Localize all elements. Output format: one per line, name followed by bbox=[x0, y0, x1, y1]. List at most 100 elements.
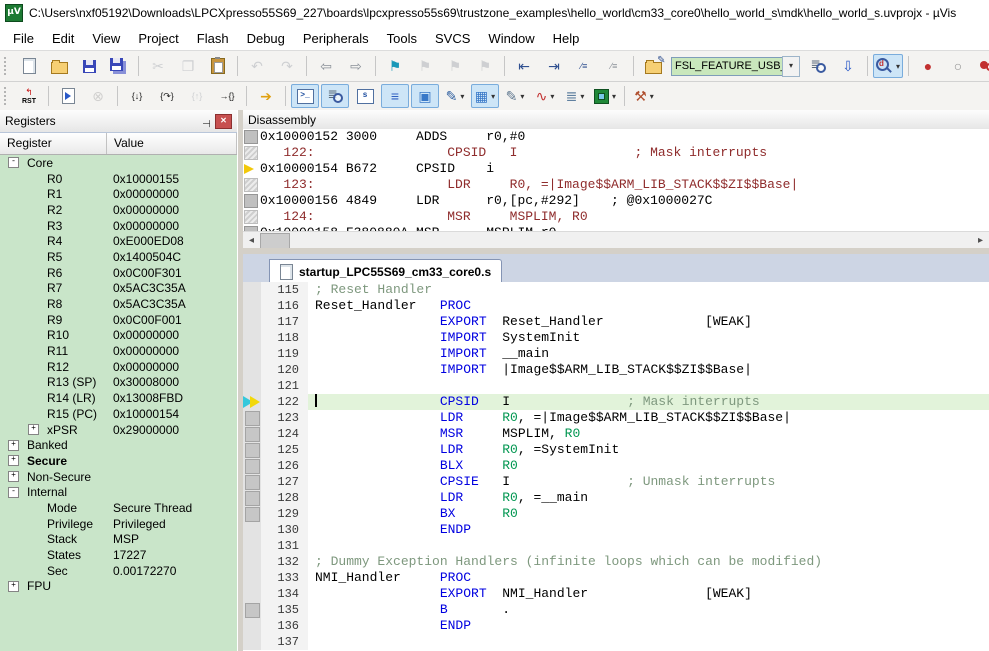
source-line[interactable]: 127 CPSIE I ; Unmask interrupts bbox=[243, 474, 989, 490]
breakpoint-margin[interactable] bbox=[243, 554, 261, 570]
source-line[interactable]: 133NMI_Handler PROC bbox=[243, 570, 989, 586]
source-code-text[interactable] bbox=[308, 634, 989, 650]
scroll-thumb[interactable] bbox=[260, 233, 290, 249]
tree-expander-icon[interactable]: + bbox=[8, 440, 19, 451]
tree-expander-icon[interactable]: + bbox=[28, 424, 39, 435]
open-file-button[interactable] bbox=[45, 54, 73, 78]
uncomment-selection-button[interactable]: ∕≡ bbox=[600, 54, 628, 78]
system-viewer-button[interactable]: ▾ bbox=[591, 84, 619, 108]
breakpoint-margin[interactable] bbox=[243, 346, 261, 362]
disassembly-view[interactable]: 0x10000152 3000 ADDS r0,#0 122: CPSID I … bbox=[243, 129, 989, 231]
register-row[interactable]: States17227 bbox=[0, 547, 237, 563]
disassembly-line[interactable]: 124: MSR MSPLIM, R0 bbox=[243, 209, 989, 225]
breakpoint-margin[interactable] bbox=[243, 506, 261, 522]
source-line[interactable]: 120 IMPORT |Image$$ARM_LIB_STACK$$ZI$$Ba… bbox=[243, 362, 989, 378]
breakpoint-margin[interactable] bbox=[243, 282, 261, 298]
save-file-button[interactable] bbox=[75, 54, 103, 78]
menu-help[interactable]: Help bbox=[544, 28, 589, 49]
step-into-button[interactable]: {↓} bbox=[123, 84, 151, 108]
register-row[interactable]: ModeSecure Thread bbox=[0, 500, 237, 516]
register-row[interactable]: R90x0C00F001 bbox=[0, 312, 237, 328]
source-line[interactable]: 126 BLX R0 bbox=[243, 458, 989, 474]
search-files-button[interactable] bbox=[804, 54, 832, 78]
menu-edit[interactable]: Edit bbox=[43, 28, 83, 49]
disassembly-line[interactable]: 123: LDR R0, =|Image$$ARM_LIB_STACK$$ZI$… bbox=[243, 177, 989, 193]
toolbox-dropdown-icon[interactable]: ▾ bbox=[650, 92, 654, 101]
source-code-text[interactable]: LDR R0, =__main bbox=[308, 490, 989, 506]
source-line[interactable]: 134 EXPORT NMI_Handler [WEAK] bbox=[243, 586, 989, 602]
disable-all-breakpoints-button[interactable] bbox=[974, 54, 989, 78]
tree-expander-icon[interactable]: + bbox=[8, 581, 19, 592]
tree-expander-icon[interactable]: - bbox=[8, 487, 19, 498]
register-row[interactable]: -Internal bbox=[0, 484, 237, 500]
disassembly-gutter[interactable] bbox=[243, 193, 260, 209]
indent-left-button[interactable]: ⇤ bbox=[510, 54, 538, 78]
source-line[interactable]: 123 LDR R0, =|Image$$ARM_LIB_STACK$$ZI$$… bbox=[243, 410, 989, 426]
logic-analyzer-button[interactable]: ∿▾ bbox=[531, 84, 559, 108]
serial-viewer-dropdown-icon[interactable]: ▾ bbox=[520, 92, 524, 101]
breakpoint-margin[interactable] bbox=[243, 522, 261, 538]
debug-session-dropdown-icon[interactable]: ▾ bbox=[896, 62, 900, 71]
source-line[interactable]: 131 bbox=[243, 538, 989, 554]
register-row[interactable]: +xPSR0x29000000 bbox=[0, 422, 237, 438]
source-line[interactable]: 130 ENDP bbox=[243, 522, 989, 538]
menu-debug[interactable]: Debug bbox=[238, 28, 294, 49]
source-line[interactable]: 115; Reset Handler bbox=[243, 282, 989, 298]
source-code-text[interactable]: Reset_Handler PROC bbox=[308, 298, 989, 314]
tree-expander-icon[interactable]: + bbox=[8, 471, 19, 482]
source-code-text[interactable]: ENDP bbox=[308, 522, 989, 538]
breakpoint-margin[interactable] bbox=[243, 298, 261, 314]
close-icon[interactable] bbox=[215, 114, 232, 129]
pin-icon[interactable] bbox=[198, 115, 212, 128]
source-code-text[interactable]: IMPORT __main bbox=[308, 346, 989, 362]
register-row[interactable]: Sec0.00172270 bbox=[0, 563, 237, 579]
disassembly-gutter[interactable] bbox=[243, 209, 260, 225]
tree-expander-icon[interactable]: - bbox=[8, 157, 19, 168]
breakpoint-margin[interactable] bbox=[243, 314, 261, 330]
breakpoint-margin[interactable] bbox=[243, 570, 261, 586]
find-in-files-button[interactable] bbox=[639, 54, 667, 78]
watch-window-button[interactable]: ✎▾ bbox=[441, 84, 469, 108]
register-row[interactable]: R60x0C00F301 bbox=[0, 265, 237, 281]
menu-view[interactable]: View bbox=[83, 28, 129, 49]
disassembly-line[interactable]: 0x10000154 B672 CPSID i bbox=[243, 161, 989, 177]
breakpoint-margin[interactable] bbox=[243, 426, 261, 442]
register-row[interactable]: R14 (LR)0x13008FBD bbox=[0, 390, 237, 406]
register-row[interactable]: R100x00000000 bbox=[0, 328, 237, 344]
scroll-right-arrow-icon[interactable] bbox=[972, 233, 989, 249]
run-button[interactable] bbox=[54, 84, 82, 108]
paste-button[interactable] bbox=[204, 54, 232, 78]
breakpoint-margin[interactable] bbox=[243, 538, 261, 554]
breakpoint-margin[interactable] bbox=[243, 458, 261, 474]
register-row[interactable]: +FPU bbox=[0, 579, 237, 595]
source-editor[interactable]: 115; Reset Handler116Reset_Handler PROC1… bbox=[243, 282, 989, 651]
registers-list[interactable]: -CoreR00x10000155R10x00000000R20x0000000… bbox=[0, 155, 237, 651]
insert-breakpoint-button[interactable]: ● bbox=[914, 54, 942, 78]
menu-svcs[interactable]: SVCS bbox=[426, 28, 479, 49]
source-line[interactable]: 137 bbox=[243, 634, 989, 650]
breakpoint-margin[interactable] bbox=[243, 634, 261, 650]
define-combo[interactable]: FSL_FEATURE_USB_USB_F▾ bbox=[671, 56, 800, 77]
register-row[interactable]: R10x00000000 bbox=[0, 186, 237, 202]
watch-window-dropdown-icon[interactable]: ▾ bbox=[460, 92, 464, 101]
source-code-text[interactable]: LDR R0, =|Image$$ARM_LIB_STACK$$ZI$$Base… bbox=[308, 410, 989, 426]
command-window-button[interactable]: >_ bbox=[291, 84, 319, 108]
column-value[interactable]: Value bbox=[107, 133, 237, 154]
breakpoint-margin[interactable] bbox=[243, 618, 261, 634]
tree-expander-icon[interactable]: + bbox=[8, 455, 19, 466]
source-line[interactable]: 122 CPSID I ; Mask interrupts bbox=[243, 394, 989, 410]
breakpoint-margin[interactable] bbox=[243, 442, 261, 458]
register-row[interactable]: R20x00000000 bbox=[0, 202, 237, 218]
memory-window-button[interactable]: ▦▾ bbox=[471, 84, 499, 108]
source-line[interactable]: 132; Dummy Exception Handlers (infinite … bbox=[243, 554, 989, 570]
menu-file[interactable]: File bbox=[4, 28, 43, 49]
trace-window-button[interactable]: ≣▾ bbox=[561, 84, 589, 108]
register-row[interactable]: R80x5AC3C35A bbox=[0, 296, 237, 312]
source-code-text[interactable]: IMPORT SystemInit bbox=[308, 330, 989, 346]
breakpoint-margin[interactable] bbox=[243, 474, 261, 490]
source-line[interactable]: 121 bbox=[243, 378, 989, 394]
breakpoint-margin[interactable] bbox=[243, 394, 261, 410]
register-row[interactable]: R30x00000000 bbox=[0, 218, 237, 234]
serial-window-button[interactable]: s bbox=[351, 84, 379, 108]
menu-peripherals[interactable]: Peripherals bbox=[294, 28, 378, 49]
